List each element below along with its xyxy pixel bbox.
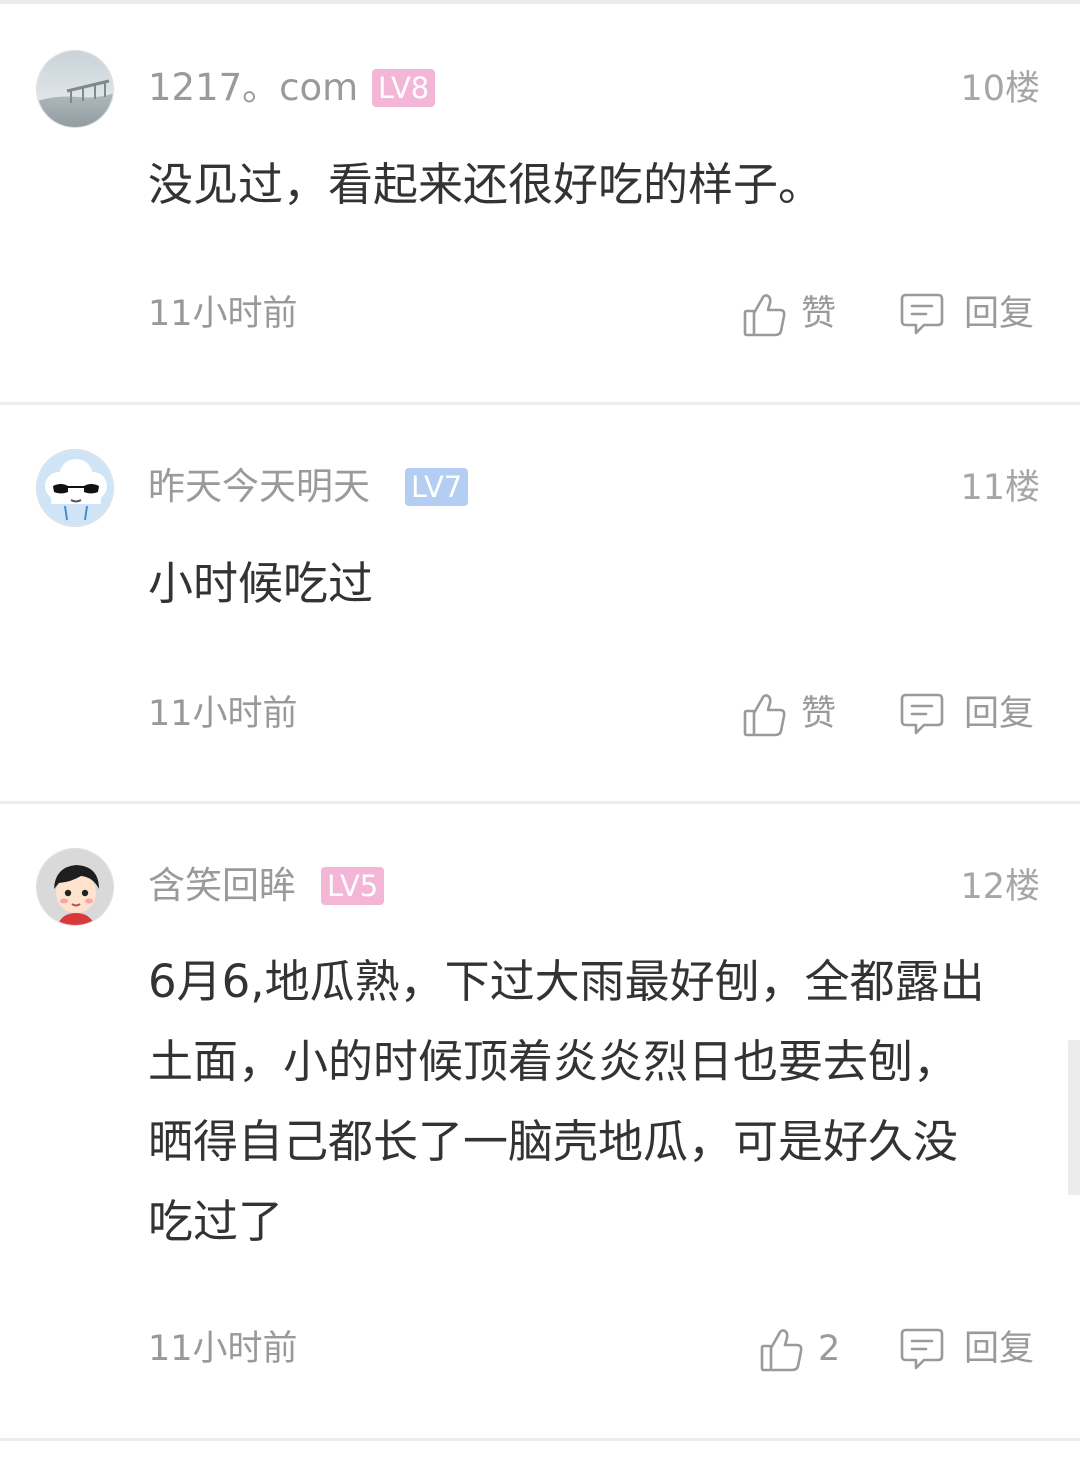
like-button[interactable]: 赞 — [743, 686, 843, 742]
scrollbar-thumb[interactable] — [1068, 1040, 1080, 1195]
comment-text: 小时候吃过 — [148, 557, 374, 610]
speech-bubble-icon — [900, 1327, 944, 1390]
floor-number: 12楼 — [960, 867, 1040, 907]
level-badge: LV8 — [372, 69, 436, 107]
reply-label: 回复 — [964, 694, 1035, 734]
level-badge: LV5 — [321, 867, 385, 905]
divider — [0, 1438, 1080, 1441]
level-badge: LV7 — [405, 468, 469, 506]
thumbs-up-icon — [743, 292, 787, 355]
username[interactable]: 1217。com — [148, 62, 358, 114]
reply-button[interactable]: 回复 — [900, 686, 1040, 742]
comment-item: 含笑回眸 LV5 12楼 6月6,地瓜熟，下过大雨最好刨，全都露出土面，小的时候… — [0, 848, 1080, 1438]
thumbs-up-icon — [743, 692, 787, 755]
like-button[interactable]: 赞 — [743, 286, 843, 342]
comment-text: 没见过，看起来还很好吃的样子。 — [148, 158, 824, 211]
like-count: 2 — [818, 1329, 841, 1369]
timestamp: 11小时前 — [148, 694, 298, 734]
floor-number: 11楼 — [960, 468, 1040, 508]
reply-button[interactable]: 回复 — [900, 1321, 1040, 1377]
username[interactable]: 昨天今天明天 — [148, 461, 370, 513]
reply-button[interactable]: 回复 — [900, 286, 1040, 342]
thumbs-up-icon — [760, 1327, 804, 1390]
speech-bubble-icon — [900, 292, 944, 355]
divider — [0, 801, 1080, 804]
divider — [0, 402, 1080, 405]
username[interactable]: 含笑回眸 — [148, 860, 296, 912]
like-label: 赞 — [801, 294, 837, 334]
avatar[interactable] — [36, 848, 114, 926]
comment-text: 6月6,地瓜熟，下过大雨最好刨，全都露出土面，小的时候顶着炎炎烈日也要去刨，晒得… — [148, 955, 985, 1248]
comment-item: 1217。com LV8 10楼 没见过，看起来还很好吃的样子。 11小时前 赞… — [0, 50, 1080, 400]
like-label: 赞 — [801, 694, 837, 734]
comment-item: 昨天今天明天 LV7 11楼 小时候吃过 11小时前 赞 回复 — [0, 449, 1080, 799]
avatar[interactable] — [36, 50, 114, 128]
timestamp: 11小时前 — [148, 1329, 298, 1369]
reply-label: 回复 — [964, 294, 1035, 334]
timestamp: 11小时前 — [148, 294, 298, 334]
floor-number: 10楼 — [960, 69, 1040, 109]
like-button[interactable]: 2 — [760, 1321, 844, 1377]
speech-bubble-icon — [900, 692, 944, 755]
reply-label: 回复 — [964, 1329, 1035, 1369]
divider — [0, 0, 1080, 4]
avatar[interactable] — [36, 449, 114, 527]
